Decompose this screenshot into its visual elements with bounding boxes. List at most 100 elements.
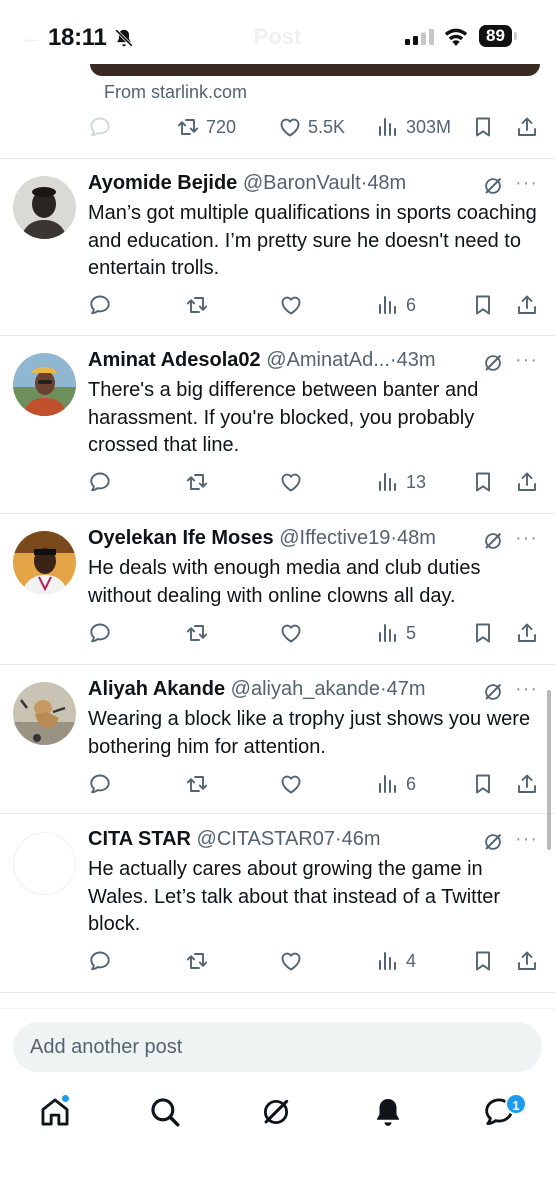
repost-button[interactable] <box>185 769 209 799</box>
bookmark-icon <box>471 293 495 317</box>
grok-icon[interactable] <box>482 175 504 197</box>
grok-icon[interactable] <box>482 530 504 552</box>
repost-button[interactable] <box>185 290 209 320</box>
share-button[interactable] <box>515 618 539 648</box>
author-name[interactable]: Oyelekan Ife Moses <box>88 527 274 549</box>
post-text: Man’s got multiple qualifications in spo… <box>88 202 537 279</box>
author-name[interactable]: Aminat Adesola02 <box>88 349 261 371</box>
views-count: 6 <box>406 294 417 315</box>
author-name[interactable]: Ayomide Bejide <box>88 172 237 194</box>
reply-button[interactable] <box>88 467 112 497</box>
avatar[interactable] <box>13 832 76 895</box>
post-header: Oyelekan Ife Moses @Iffective19·48m <box>88 527 436 555</box>
bookmark-button[interactable] <box>471 769 495 799</box>
bookmark-button[interactable] <box>471 467 495 497</box>
more-options-icon[interactable]: ··· <box>515 172 538 195</box>
reply-button[interactable] <box>88 112 112 142</box>
repost-count: 720 <box>206 116 237 137</box>
bookmark-button[interactable] <box>471 112 495 142</box>
reply-button[interactable] <box>88 769 112 799</box>
grok-icon[interactable] <box>482 831 504 853</box>
media-card[interactable] <box>90 64 540 76</box>
search-icon[interactable] <box>148 1095 182 1129</box>
author-handle[interactable]: @Iffective19 <box>279 527 390 549</box>
more-options-icon[interactable]: ··· <box>515 527 538 550</box>
author-handle[interactable]: @AminatAd... <box>266 349 390 371</box>
like-button[interactable] <box>279 946 303 976</box>
views-icon <box>376 115 400 139</box>
like-button[interactable] <box>279 467 303 497</box>
repost-button[interactable] <box>185 946 209 976</box>
separator-dot: · <box>389 349 397 371</box>
grok-icon[interactable] <box>259 1095 293 1129</box>
bookmark-button[interactable] <box>471 618 495 648</box>
reply-icon <box>88 949 112 973</box>
bookmark-icon <box>471 949 495 973</box>
bottom-nav: 1 <box>0 1085 555 1200</box>
add-post-input[interactable]: Add another post <box>13 1022 542 1072</box>
post-text: There's a big difference between banter … <box>88 379 479 456</box>
like-icon <box>279 293 303 317</box>
post-actions: 13 <box>0 467 555 497</box>
share-button[interactable] <box>515 769 539 799</box>
post-time: 48m <box>367 172 407 194</box>
author-handle[interactable]: @BaronVault <box>243 172 361 194</box>
avatar[interactable] <box>13 531 76 594</box>
post-time: 43m <box>396 349 436 371</box>
views-button[interactable]: 303M <box>376 112 451 142</box>
views-button[interactable]: 4 <box>376 946 416 976</box>
reply-button[interactable] <box>88 618 112 648</box>
repost-button[interactable] <box>185 618 209 648</box>
repost-button[interactable]: 720 <box>176 112 236 142</box>
more-options-icon[interactable]: ··· <box>515 828 538 851</box>
views-count: 4 <box>406 950 417 971</box>
share-icon <box>515 115 539 139</box>
avatar[interactable] <box>13 176 76 239</box>
like-button[interactable] <box>279 618 303 648</box>
reply-icon <box>88 772 112 796</box>
bookmark-icon <box>471 772 495 796</box>
bookmark-button[interactable] <box>471 946 495 976</box>
author-handle[interactable]: @CITASTAR07 <box>197 828 335 850</box>
like-button[interactable]: 5.5K <box>278 112 345 142</box>
author-name[interactable]: Aliyah Akande <box>88 678 225 700</box>
bookmark-button[interactable] <box>471 290 495 320</box>
author-handle[interactable]: @aliyah_akande <box>231 678 380 700</box>
notifications-icon[interactable] <box>371 1095 405 1129</box>
divider <box>0 1008 555 1009</box>
views-button[interactable]: 6 <box>376 290 416 320</box>
bookmark-icon <box>471 621 495 645</box>
repost-icon <box>185 470 209 494</box>
more-options-icon[interactable]: ··· <box>515 349 538 372</box>
views-button[interactable]: 5 <box>376 618 416 648</box>
views-button[interactable]: 13 <box>376 467 426 497</box>
bell-muted-icon <box>115 29 133 47</box>
like-icon <box>279 621 303 645</box>
share-button[interactable] <box>515 946 539 976</box>
author-name[interactable]: CITA STAR <box>88 828 191 850</box>
grok-icon[interactable] <box>482 681 504 703</box>
like-button[interactable] <box>279 769 303 799</box>
link-source[interactable]: From starlink.com <box>104 82 247 103</box>
reply-button[interactable] <box>88 290 112 320</box>
avatar[interactable] <box>13 353 76 416</box>
views-button[interactable]: 6 <box>376 769 416 799</box>
top-post-actions: 720 5.5K 303M <box>0 112 555 142</box>
share-button[interactable] <box>515 112 539 142</box>
repost-button[interactable] <box>185 467 209 497</box>
like-button[interactable] <box>279 290 303 320</box>
repost-icon <box>185 772 209 796</box>
more-options-icon[interactable]: ··· <box>515 678 538 701</box>
share-icon <box>515 621 539 645</box>
divider <box>0 992 555 993</box>
post-header: Aminat Adesola02 @AminatAd...·43m <box>88 349 435 377</box>
share-button[interactable] <box>515 467 539 497</box>
post-time: 46m <box>341 828 381 850</box>
grok-icon[interactable] <box>482 352 504 374</box>
share-icon <box>515 949 539 973</box>
post-header: Ayomide Bejide @BaronVault·48m <box>88 172 406 200</box>
avatar[interactable] <box>13 682 76 745</box>
share-button[interactable] <box>515 290 539 320</box>
reply-button[interactable] <box>88 946 112 976</box>
scrollbar[interactable] <box>547 690 551 850</box>
